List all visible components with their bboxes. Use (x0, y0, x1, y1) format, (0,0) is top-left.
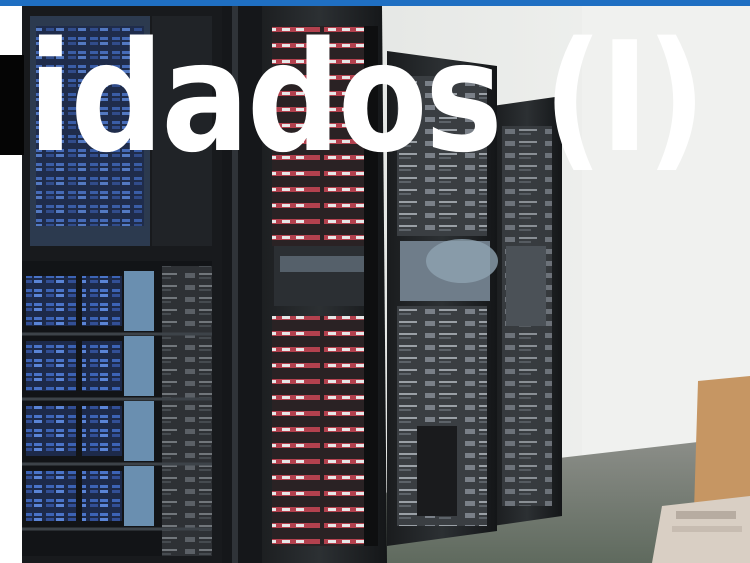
black-bar (0, 55, 24, 155)
top-accent-bar (0, 0, 750, 6)
slide: idados (I) (0, 0, 750, 563)
slide-title: idados (I) (28, 9, 706, 186)
